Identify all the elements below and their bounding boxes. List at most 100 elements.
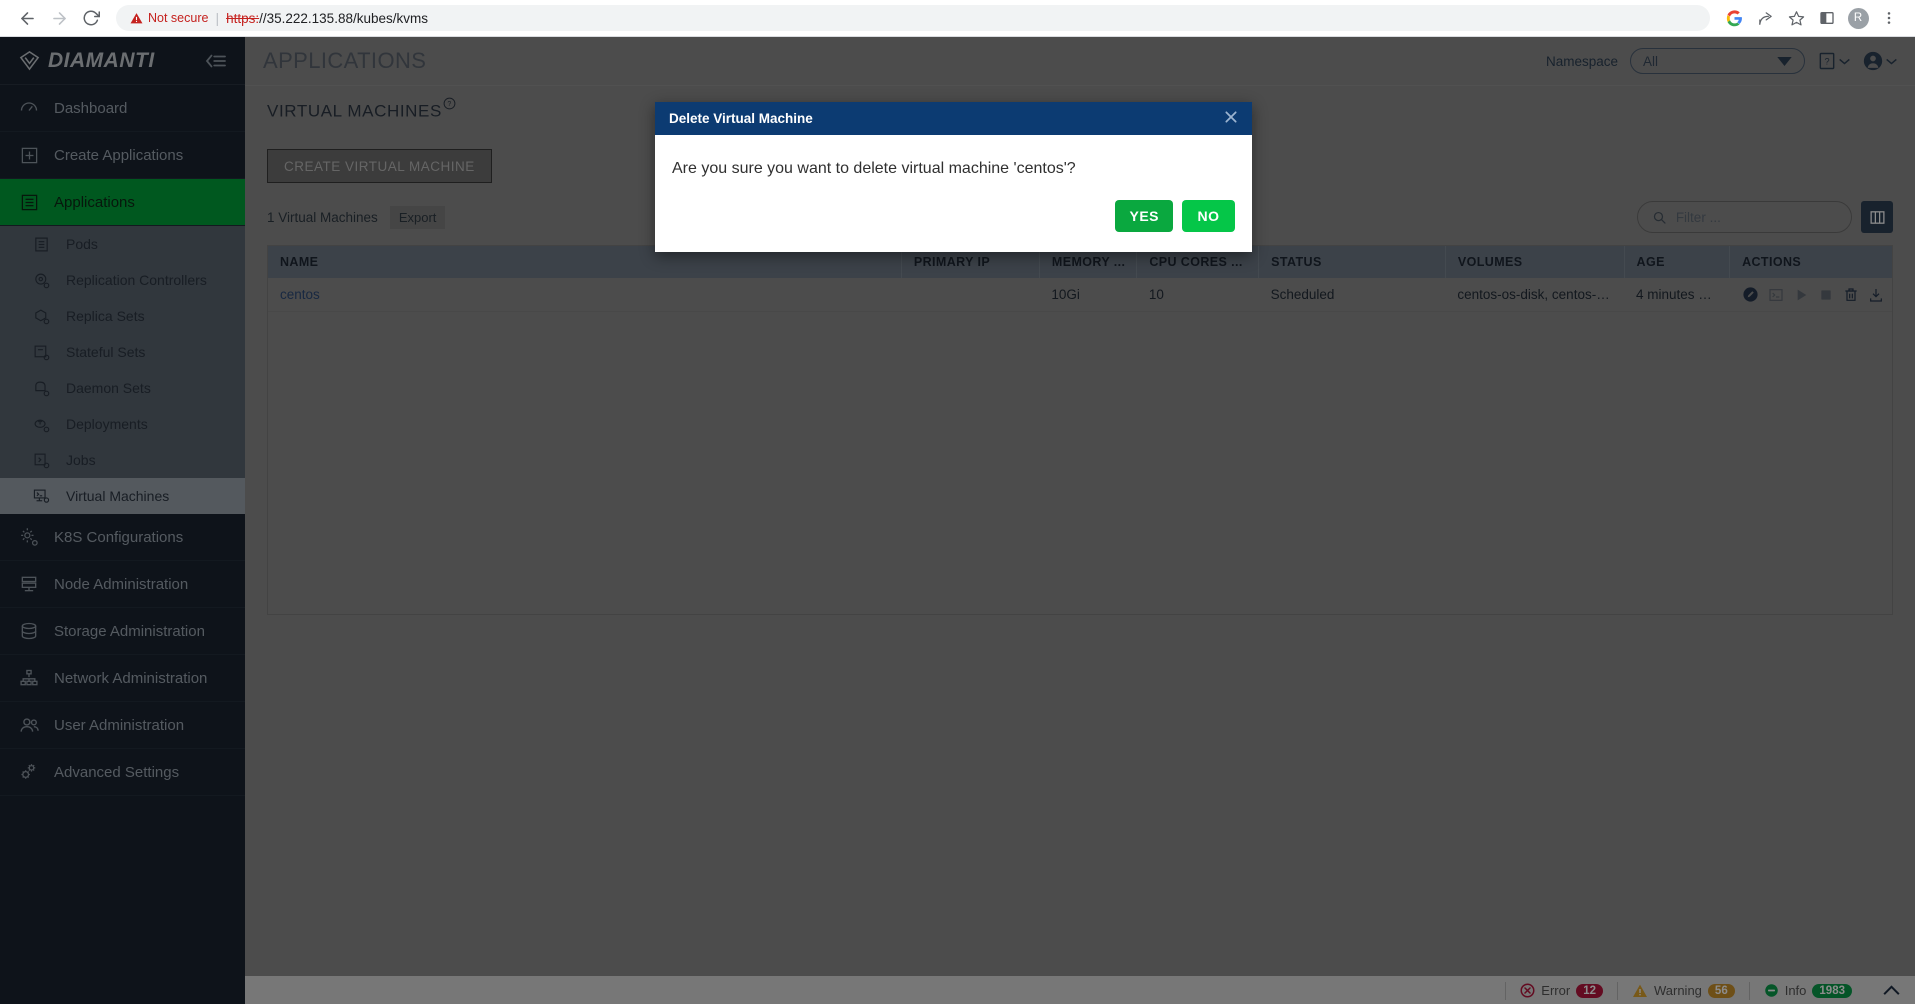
google-icon[interactable]	[1720, 4, 1748, 32]
warning-triangle-icon	[1632, 984, 1647, 997]
column-header-volumes[interactable]: VOLUMES	[1445, 246, 1625, 278]
download-icon[interactable]	[1868, 287, 1884, 303]
column-header-status[interactable]: STATUS	[1258, 246, 1446, 278]
virtual-machines-count: 1 Virtual Machines	[267, 209, 378, 225]
forward-arrow-icon[interactable]	[44, 3, 74, 33]
error-circle-icon	[1520, 983, 1535, 998]
confirm-no-button[interactable]: NO	[1182, 200, 1235, 232]
application-root: DIAMANTI Dashboard Create Applications A…	[0, 37, 1915, 1004]
brand-name: DIAMANTI	[48, 48, 155, 72]
dialog-header: Delete Virtual Machine	[655, 102, 1252, 135]
side-panel-icon[interactable]	[1813, 4, 1841, 32]
delete-virtual-machine-dialog: Delete Virtual Machine Are you sure you …	[655, 102, 1252, 252]
back-arrow-icon[interactable]	[12, 3, 42, 33]
help-menu[interactable]: ?	[1817, 51, 1850, 71]
gears-icon	[18, 762, 40, 782]
reload-icon[interactable]	[76, 3, 106, 33]
sidebar-item-label: User Administration	[54, 716, 185, 734]
diamanti-logo: DIAMANTI	[18, 49, 155, 73]
status-warning-label: Warning	[1653, 983, 1702, 998]
vm-name-link[interactable]: centos	[280, 287, 320, 302]
sidebar-item-label: Deployments	[66, 416, 148, 432]
replica-sets-icon	[30, 308, 52, 325]
sidebar-item-replica-sets[interactable]: Replica Sets	[0, 298, 245, 334]
sidebar-submenu: Pods Replication Controllers Replica Set…	[0, 226, 245, 514]
play-start-icon[interactable]	[1793, 287, 1809, 303]
console-terminal-icon[interactable]	[1768, 287, 1784, 303]
sidebar-item-network-administration[interactable]: Network Administration	[0, 655, 245, 702]
url-path: //35.222.135.88/kubes/kvms	[259, 10, 428, 26]
sidebar-item-daemon-sets[interactable]: Daemon Sets	[0, 370, 245, 406]
profile-avatar[interactable]: R	[1844, 4, 1872, 32]
sidebar-item-node-administration[interactable]: Node Administration	[0, 561, 245, 608]
cell-status: Scheduled	[1270, 287, 1335, 302]
warning-triangle-icon	[130, 12, 143, 23]
url-text: https://35.222.135.88/kubes/kvms	[226, 11, 428, 26]
sidebar-item-storage-administration[interactable]: Storage Administration	[0, 608, 245, 655]
status-info[interactable]: Info 1983	[1748, 981, 1866, 1000]
search-input[interactable]	[1675, 209, 1837, 225]
chevron-up-icon[interactable]	[1866, 985, 1901, 996]
sidebar-item-k8s-configurations[interactable]: K8S Configurations	[0, 514, 245, 561]
url-scheme: https:	[226, 10, 260, 26]
top-bar-controls: Namespace All ?	[1546, 48, 1897, 74]
cell-name: centos	[268, 278, 901, 312]
stop-icon[interactable]	[1818, 287, 1834, 303]
sidebar-item-dashboard[interactable]: Dashboard	[0, 85, 245, 132]
sidebar-item-pods[interactable]: Pods	[0, 226, 245, 262]
page-title: APPLICATIONS	[263, 48, 427, 73]
sidebar-item-advanced-settings[interactable]: Advanced Settings	[0, 749, 245, 796]
column-header-actions[interactable]: ACTIONS	[1729, 246, 1892, 278]
daemon-sets-icon	[30, 380, 52, 397]
sidebar-item-stateful-sets[interactable]: Stateful Sets	[0, 334, 245, 370]
brand-header: DIAMANTI	[0, 37, 245, 85]
address-bar[interactable]: Not secure | https://35.222.135.88/kubes…	[116, 5, 1710, 31]
table-row[interactable]: centos 10Gi 10 Scheduled centos-os-disk,…	[268, 278, 1892, 312]
sidebar-item-user-administration[interactable]: User Administration	[0, 702, 245, 749]
confirm-yes-button[interactable]: YES	[1115, 200, 1173, 232]
collapse-sidebar-icon[interactable]	[205, 52, 227, 70]
sidebar-item-label: Node Administration	[54, 575, 189, 593]
sidebar-item-label: Stateful Sets	[66, 344, 146, 360]
columns-selector-button[interactable]	[1861, 201, 1893, 233]
chevron-down-icon	[1777, 56, 1792, 66]
export-button[interactable]: Export	[389, 205, 446, 229]
sidebar-item-virtual-machines[interactable]: Virtual Machines	[0, 478, 245, 514]
chevron-down-icon	[1886, 58, 1897, 65]
virtual-machines-table: NAME PRIMARY IP MEMORY ... CPU CORES ...…	[267, 245, 1893, 615]
sidebar-item-applications[interactable]: Applications	[0, 179, 245, 226]
delete-trash-icon[interactable]	[1843, 287, 1859, 303]
filter-search-box[interactable]	[1637, 201, 1852, 233]
status-error-label: Error	[1541, 983, 1571, 998]
sidebar-item-deployments[interactable]: Deployments	[0, 406, 245, 442]
omnibox-divider: |	[215, 10, 220, 26]
edit-pencil-icon[interactable]	[1742, 286, 1759, 303]
sidebar-item-label: Advanced Settings	[54, 763, 180, 781]
share-icon[interactable]	[1751, 4, 1779, 32]
dialog-message: Are you sure you want to delete virtual …	[672, 160, 1076, 177]
avatar: R	[1847, 7, 1869, 29]
three-dot-menu-icon[interactable]	[1875, 4, 1903, 32]
not-secure-indicator[interactable]: Not secure	[130, 11, 208, 25]
status-error[interactable]: Error 12	[1505, 981, 1617, 1000]
close-x-icon[interactable]	[1224, 110, 1238, 128]
status-bar: Error 12 Warning 56 Info 1983	[245, 976, 1915, 1004]
status-error-count: 12	[1576, 983, 1603, 998]
list-toolbar-right	[1637, 201, 1893, 233]
namespace-select[interactable]: All	[1630, 48, 1805, 74]
plus-box-icon	[18, 146, 40, 165]
database-icon	[18, 621, 40, 641]
column-header-age[interactable]: AGE	[1624, 246, 1731, 278]
sidebar-item-replication-controllers[interactable]: Replication Controllers	[0, 262, 245, 298]
search-icon	[1653, 211, 1666, 224]
status-warning[interactable]: Warning 56	[1616, 981, 1749, 1000]
user-menu[interactable]	[1862, 50, 1897, 72]
create-virtual-machine-button[interactable]: CREATE VIRTUAL MACHINE	[267, 149, 492, 183]
sidebar-item-label: Storage Administration	[54, 622, 205, 640]
sidebar-item-create-applications[interactable]: Create Applications	[0, 132, 245, 179]
sidebar-item-jobs[interactable]: Jobs	[0, 442, 245, 478]
question-circle-icon[interactable]: ?	[443, 97, 456, 110]
sidebar: DIAMANTI Dashboard Create Applications A…	[0, 37, 245, 1004]
bookmark-star-icon[interactable]	[1782, 4, 1810, 32]
svg-text:?: ?	[447, 101, 451, 108]
